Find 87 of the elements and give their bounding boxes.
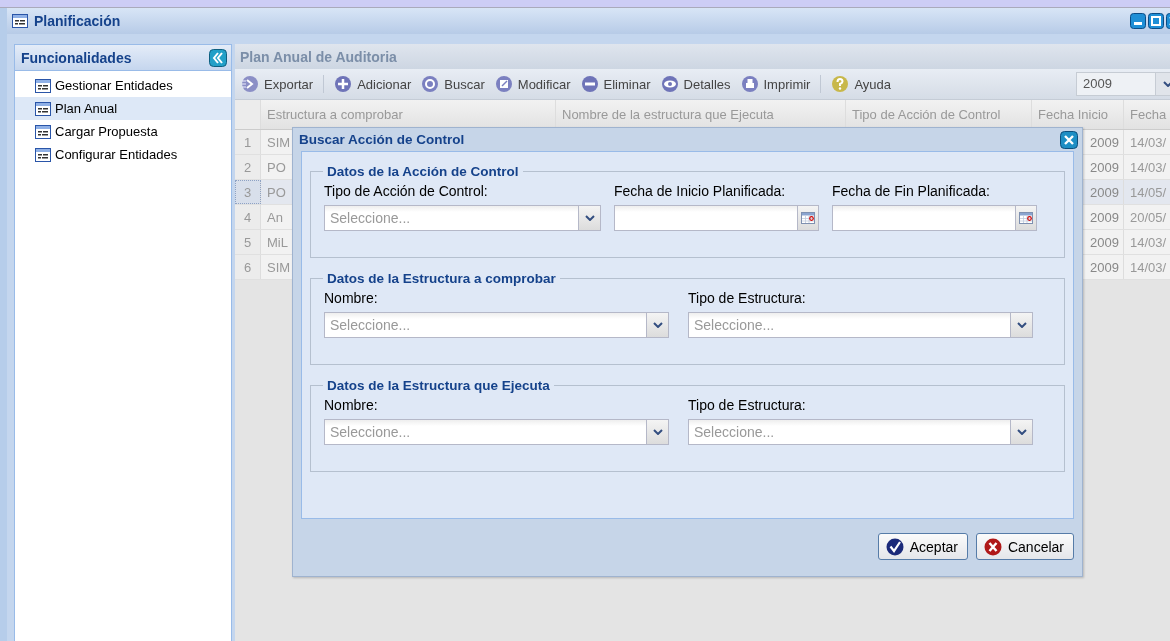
window-icon — [12, 14, 28, 28]
accept-button[interactable]: Aceptar — [877, 533, 968, 560]
toolbar-button[interactable]: Eliminar — [578, 75, 653, 93]
plus-icon — [334, 75, 353, 93]
caret-icon — [652, 322, 663, 328]
minus-icon — [580, 75, 599, 93]
tree-item-label: Plan Anual — [55, 101, 118, 116]
toolbar-button[interactable]: Modificar — [492, 75, 573, 93]
table-cell: 14/05/ — [1124, 180, 1170, 204]
close-button[interactable] — [1060, 130, 1078, 149]
caret-icon — [1016, 429, 1027, 435]
panel-title: Plan Anual de Auditoria — [240, 48, 397, 65]
list-icon — [35, 147, 51, 162]
field-label: Fecha de Fin Planificada: — [832, 183, 991, 201]
table-cell: 14/03/ — [1124, 230, 1170, 254]
dropdown-button[interactable] — [646, 313, 668, 337]
caret-icon — [652, 429, 663, 435]
row-number: 2 — [235, 155, 261, 179]
combo-box[interactable]: Seleccione... — [688, 312, 1033, 338]
dropdown-button[interactable] — [646, 420, 668, 444]
help-icon — [831, 75, 850, 93]
calendar-icon — [1019, 212, 1033, 224]
field-label: Nombre: — [324, 290, 379, 308]
date-field[interactable] — [832, 205, 1015, 231]
cancel-button[interactable]: Cancelar — [975, 533, 1074, 560]
calendar-icon — [801, 212, 815, 224]
row-number: 3 — [235, 180, 261, 204]
combo-box[interactable]: Seleccione... — [324, 205, 601, 231]
table-cell: 14/03/ — [1124, 255, 1170, 279]
tree-item[interactable]: Configurar Entidades — [15, 143, 231, 166]
printer-icon — [740, 75, 759, 93]
field-label: Tipo de Estructura: — [688, 397, 807, 415]
caret-icon — [1162, 81, 1170, 87]
table-cell: 14/03/ — [1124, 155, 1170, 179]
field-label: Tipo de Estructura: — [688, 290, 807, 308]
field-label: Fecha de Inicio Planificada: — [614, 183, 787, 201]
caret-icon — [584, 215, 595, 221]
list-icon — [35, 101, 51, 116]
list-icon — [35, 124, 51, 139]
column-header: Fecha — [1124, 100, 1170, 129]
caret-icon — [1016, 322, 1027, 328]
combo-box[interactable]: Seleccione... — [324, 419, 669, 445]
row-number: 4 — [235, 205, 261, 229]
field-label: Nombre: — [324, 397, 379, 415]
row-number: 6 — [235, 255, 261, 279]
date-field[interactable] — [614, 205, 797, 231]
minimize-button[interactable] — [1130, 13, 1146, 29]
maximize-button[interactable] — [1148, 13, 1164, 29]
combo-box[interactable]: Seleccione... — [324, 312, 669, 338]
field-label: Tipo de Acción de Control: — [324, 183, 489, 201]
row-number: 1 — [235, 130, 261, 154]
list-icon — [35, 78, 51, 93]
toolbar-button[interactable]: Detalles — [658, 75, 733, 93]
tree-item-label: Cargar Propuesta — [55, 124, 158, 139]
year-combo[interactable]: 2009 — [1076, 72, 1170, 96]
check-icon — [885, 537, 904, 556]
dropdown-button[interactable] — [578, 206, 600, 230]
section-title: Datos de la Acción de Control — [327, 164, 519, 179]
tree-item[interactable]: Gestionar Entidades — [15, 74, 231, 97]
section-title: Datos de la Estructura que Ejecuta — [327, 378, 550, 393]
edit-icon — [494, 75, 513, 93]
toolbar-button[interactable]: Buscar — [419, 75, 487, 93]
toolbar-button[interactable]: Imprimir — [738, 75, 813, 93]
collapse-button[interactable] — [209, 48, 227, 67]
dropdown-button[interactable] — [1010, 420, 1032, 444]
toolbar-button[interactable]: Adicionar — [332, 75, 414, 93]
dialog-title: Buscar Acción de Control — [299, 132, 465, 147]
toolbar-button[interactable]: Ayuda — [829, 75, 894, 93]
table-cell: 14/03/ — [1124, 130, 1170, 154]
export-icon — [241, 75, 259, 93]
row-number: 5 — [235, 230, 261, 254]
tree-item[interactable]: Plan Anual — [15, 97, 231, 120]
panel-title: Funcionalidades — [21, 49, 132, 66]
table-cell: 20/05/ — [1124, 205, 1170, 229]
tree-item[interactable]: Cargar Propuesta — [15, 120, 231, 143]
tree-item-label: Configurar Entidades — [55, 147, 178, 162]
tree-item-label: Gestionar Entidades — [55, 78, 173, 93]
search-icon — [421, 75, 440, 93]
eye-icon — [660, 75, 679, 93]
cross-icon — [983, 537, 1002, 556]
window-title: Planificación — [34, 13, 122, 29]
combo-box[interactable]: Seleccione... — [688, 419, 1033, 445]
toolbar-button[interactable]: Exportar — [239, 75, 316, 93]
calendar-button[interactable] — [797, 205, 819, 231]
dropdown-button[interactable] — [1010, 313, 1032, 337]
calendar-button[interactable] — [1015, 205, 1037, 231]
header-corner-cell — [235, 100, 261, 129]
